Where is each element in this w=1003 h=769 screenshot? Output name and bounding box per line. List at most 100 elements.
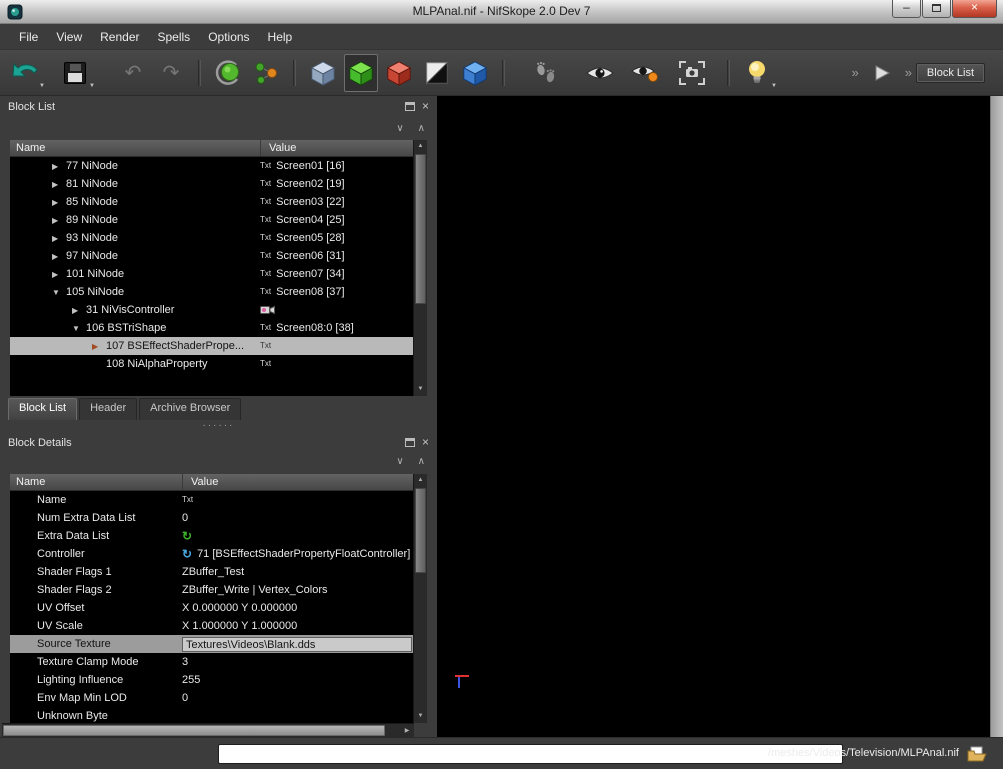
scroll-down-icon[interactable]: ▼ xyxy=(414,710,427,723)
cube-red-button[interactable] xyxy=(382,54,416,92)
cube-green-button[interactable] xyxy=(344,54,378,92)
scroll-right-icon[interactable]: ▶ xyxy=(400,724,414,738)
scroll-up-icon[interactable]: ▲ xyxy=(414,140,427,153)
expander-icon[interactable]: ▼ xyxy=(72,320,86,338)
expander-icon[interactable]: ▶ xyxy=(52,266,66,284)
tree-row-31-niviscontroller[interactable]: ▶31 NiVisController xyxy=(10,301,413,319)
tree-row-105-ninode[interactable]: ▼105 NiNode TxtScreen08 [37] xyxy=(10,283,413,301)
dock-float-button[interactable] xyxy=(405,102,415,111)
detail-row-env-map-min-lod[interactable]: Env Map Min LOD 0 xyxy=(10,689,413,707)
sphere-button[interactable] xyxy=(211,54,245,92)
expander-icon[interactable]: ▶ xyxy=(52,194,66,212)
status-input[interactable] xyxy=(218,744,843,764)
tab-header[interactable]: Header xyxy=(79,398,137,420)
highlight-button[interactable] xyxy=(629,54,663,92)
dropdown-caret-icon[interactable]: ▼ xyxy=(771,83,777,89)
collapse-all-button[interactable]: ∨ xyxy=(396,123,403,134)
cube-steel-button[interactable] xyxy=(306,54,340,92)
block-details-hscrollbar[interactable]: ▶ xyxy=(2,723,414,737)
detail-row-num-extra-data-list[interactable]: Num Extra Data List 0 xyxy=(10,509,413,527)
tree-row-81-ninode[interactable]: ▶81 NiNode TxtScreen02 [19] xyxy=(10,175,413,193)
column-header-name[interactable]: Name xyxy=(16,476,45,488)
detail-row-source-texture[interactable]: Source Texture Textures\Videos\Blank.dds xyxy=(10,635,413,653)
detail-row-uv-scale[interactable]: UV Scale X 1.000000 Y 1.000000 xyxy=(10,617,413,635)
menu-view[interactable]: View xyxy=(47,26,91,48)
expand-all-button[interactable]: ∧ xyxy=(418,123,425,134)
block-list-toolbar-button[interactable]: Block List xyxy=(916,63,985,83)
viewport-scrollbar[interactable] xyxy=(990,96,1003,737)
scroll-down-icon[interactable]: ▼ xyxy=(414,383,427,396)
expander-icon[interactable]: ▶ xyxy=(52,248,66,266)
detail-row-texture-clamp-mode[interactable]: Texture Clamp Mode 3 xyxy=(10,653,413,671)
expander-icon[interactable]: ▶ xyxy=(92,338,106,356)
block-list-scrollbar[interactable]: ▲ ▼ xyxy=(413,140,427,396)
dropdown-caret-icon[interactable]: ▼ xyxy=(39,83,45,89)
menu-file[interactable]: File xyxy=(10,26,47,48)
tree-row-93-ninode[interactable]: ▶93 NiNode TxtScreen05 [28] xyxy=(10,229,413,247)
detail-row-shader-flags-2[interactable]: Shader Flags 2 ZBuffer_Write | Vertex_Co… xyxy=(10,581,413,599)
dock-close-button[interactable]: × xyxy=(422,437,429,447)
folder-icon[interactable] xyxy=(967,746,987,767)
load-button[interactable]: ▼ xyxy=(8,54,42,92)
texture-path-editor[interactable]: Textures\Videos\Blank.dds xyxy=(182,637,412,652)
expander-icon[interactable]: ▼ xyxy=(52,284,66,302)
light-button[interactable]: ▼ xyxy=(740,54,774,92)
tree-row-97-ninode[interactable]: ▶97 NiNode TxtScreen06 [31] xyxy=(10,247,413,265)
expand-all-button[interactable]: ∧ xyxy=(418,456,425,467)
column-header-name[interactable]: Name xyxy=(16,142,45,154)
column-header-value[interactable]: Value xyxy=(260,140,296,156)
play-animation-button[interactable] xyxy=(865,54,899,92)
undo-button[interactable]: ↶ xyxy=(116,54,150,92)
shade-mode-button[interactable] xyxy=(420,54,454,92)
detail-row-extra-data-list[interactable]: Extra Data List ↻ xyxy=(10,527,413,545)
detail-row-shader-flags-1[interactable]: Shader Flags 1 ZBuffer_Test xyxy=(10,563,413,581)
node-graph-button[interactable] xyxy=(249,54,283,92)
expander-icon[interactable]: ▶ xyxy=(52,230,66,248)
menu-spells[interactable]: Spells xyxy=(149,26,200,48)
detail-row-lighting-influence[interactable]: Lighting Influence 255 xyxy=(10,671,413,689)
expander-icon[interactable]: ▶ xyxy=(52,176,66,194)
expander-icon[interactable]: ▶ xyxy=(52,158,66,176)
close-button[interactable]: × xyxy=(952,0,997,18)
render-viewport[interactable] xyxy=(437,96,990,737)
footprints-button[interactable] xyxy=(529,54,563,92)
tree-row-106-bstrishape[interactable]: ▼106 BSTriShape TxtScreen08:0 [38] xyxy=(10,319,413,337)
scrollbar-thumb[interactable] xyxy=(415,488,426,573)
detail-row-unknown-byte[interactable]: Unknown Byte xyxy=(10,707,413,723)
tree-row-108-nialphaproperty[interactable]: 108 NiAlphaProperty Txt xyxy=(10,355,413,373)
expander-icon[interactable]: ▶ xyxy=(52,212,66,230)
scroll-up-icon[interactable]: ▲ xyxy=(414,474,427,487)
collapse-all-button[interactable]: ∨ xyxy=(396,456,403,467)
dock-float-button[interactable] xyxy=(405,438,415,447)
tree-row-107-bseffectshaderproperty[interactable]: ▶107 BSEffectShaderPrope... Txt xyxy=(10,337,413,355)
block-details-scrollbar[interactable]: ▲ ▼ xyxy=(413,474,427,723)
detail-row-uv-offset[interactable]: UV Offset X 0.000000 Y 0.000000 xyxy=(10,599,413,617)
hscrollbar-thumb[interactable] xyxy=(3,725,385,736)
redo-button[interactable]: ↷ xyxy=(154,54,188,92)
screenshot-button[interactable] xyxy=(675,54,709,92)
tab-block-list[interactable]: Block List xyxy=(8,398,77,420)
save-button[interactable]: ▼ xyxy=(58,54,92,92)
tree-row-101-ninode[interactable]: ▶101 NiNode TxtScreen07 [34] xyxy=(10,265,413,283)
overflow-chevron-icon[interactable]: » xyxy=(847,65,862,80)
minimize-button[interactable]: – xyxy=(892,0,921,18)
menu-help[interactable]: Help xyxy=(259,26,302,48)
dock-splitter-handle[interactable]: ······ xyxy=(0,421,437,431)
detail-row-name[interactable]: Name Txt xyxy=(10,491,413,509)
dropdown-caret-icon[interactable]: ▼ xyxy=(89,83,95,89)
tree-row-85-ninode[interactable]: ▶85 NiNode TxtScreen03 [22] xyxy=(10,193,413,211)
tab-archive-browser[interactable]: Archive Browser xyxy=(139,398,241,420)
column-header-value[interactable]: Value xyxy=(182,474,218,490)
detail-row-controller[interactable]: Controller ↻71 [BSEffectShaderPropertyFl… xyxy=(10,545,413,563)
maximize-button[interactable] xyxy=(922,0,951,18)
expander-icon[interactable]: ▶ xyxy=(72,302,86,320)
tree-row-89-ninode[interactable]: ▶89 NiNode TxtScreen04 [25] xyxy=(10,211,413,229)
scrollbar-thumb[interactable] xyxy=(415,154,426,304)
show-nodes-button[interactable] xyxy=(583,54,617,92)
cube-blue-button[interactable] xyxy=(458,54,492,92)
dock-close-button[interactable]: × xyxy=(422,101,429,111)
menu-render[interactable]: Render xyxy=(91,26,148,48)
menu-options[interactable]: Options xyxy=(199,26,258,48)
tree-row-77-ninode[interactable]: ▶77 NiNode TxtScreen01 [16] xyxy=(10,157,413,175)
overflow-chevron-icon[interactable]: » xyxy=(901,65,916,80)
